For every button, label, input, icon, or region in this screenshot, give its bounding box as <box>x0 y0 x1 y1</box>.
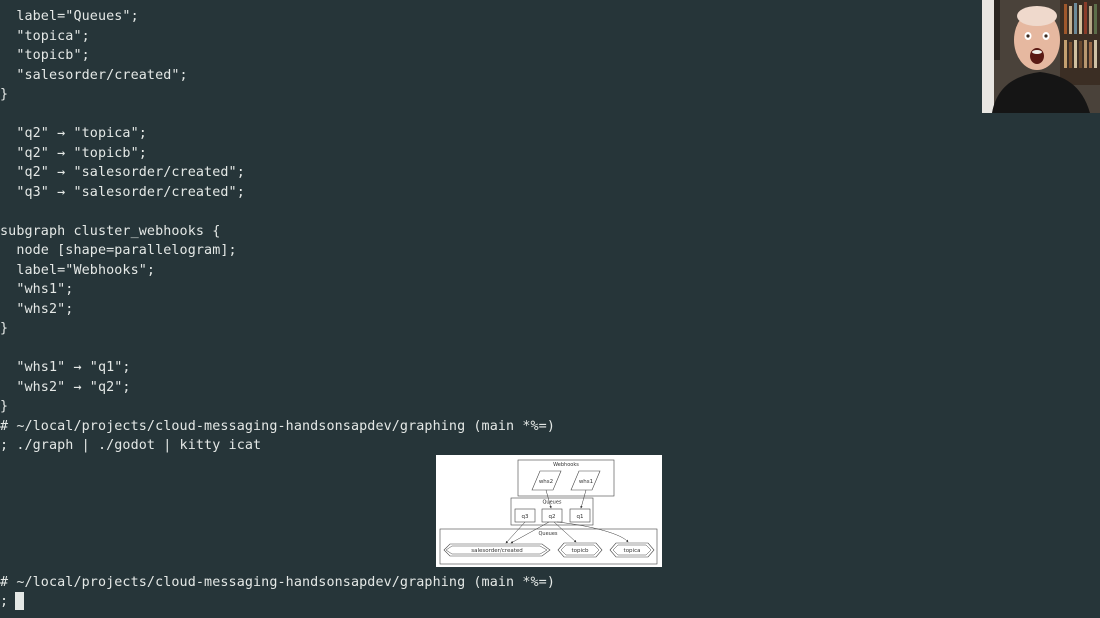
node-q2-label: q2 <box>549 514 556 520</box>
terminal-line: "salesorder/created"; <box>0 67 188 83</box>
webcam-overlay <box>982 0 1100 113</box>
text-cursor <box>15 592 24 610</box>
node-whs1-label: whs1 <box>579 479 593 485</box>
terminal-line: "whs1" → "q1"; <box>0 360 131 375</box>
terminal-line: "q2" → "salesorder/created"; <box>0 165 245 180</box>
presenter-video <box>982 0 1100 113</box>
terminal-line: "whs2" → "q2"; <box>0 379 131 395</box>
terminal-line: label="Queues"; <box>0 9 139 24</box>
terminal-line: node [shape=parallelogram]; <box>0 243 237 258</box>
terminal-window[interactable]: label="Queues"; "topica"; "topicb"; "sal… <box>0 0 1100 618</box>
node-topica-label: topica <box>624 548 641 554</box>
terminal-line: label="Webhooks"; <box>0 262 156 278</box>
webhooks-cluster-label: Webhooks <box>553 462 579 468</box>
node-q1-label: q1 <box>577 514 584 520</box>
terminal-line: } <box>0 87 9 102</box>
shell-command: ; ./graph | ./godot | kitty icat <box>0 438 262 453</box>
terminal-line: "topica"; <box>0 28 90 44</box>
terminal-line: "topicb"; <box>0 48 90 63</box>
node-topicb-label: topicb <box>571 548 589 554</box>
terminal-line: "q2" → "topica"; <box>0 126 147 141</box>
graph-output-image: Webhooks whs2 whs1 Queues q3 q2 q1 Queue… <box>436 455 662 567</box>
terminal-line: subgraph cluster_webhooks { <box>0 223 221 239</box>
terminal-line: "q2" → "topicb"; <box>0 145 147 161</box>
input-prompt[interactable]: ; <box>0 592 8 612</box>
queues-cluster-label: Queues <box>542 500 561 506</box>
terminal-line: "q3" → "salesorder/created"; <box>0 184 245 200</box>
edge-whs1-q1 <box>580 489 587 509</box>
shell-prompt: # ~/local/projects/cloud-messaging-hands… <box>0 418 556 434</box>
graph-diagram: Webhooks whs2 whs1 Queues q3 q2 q1 Queue… <box>439 459 658 565</box>
terminal-line: } <box>0 321 9 336</box>
terminal-line: "whs1"; <box>0 282 74 297</box>
node-salesorder-created-label: salesorder/created <box>471 548 522 554</box>
terminal-line: "whs2"; <box>0 301 74 317</box>
terminal-line: } <box>0 399 9 414</box>
node-whs2-label: whs2 <box>539 479 553 485</box>
topics-cluster-label: Queues <box>538 531 557 537</box>
shell-prompt: # ~/local/projects/cloud-messaging-hands… <box>0 574 556 590</box>
node-q3-label: q3 <box>522 514 529 520</box>
